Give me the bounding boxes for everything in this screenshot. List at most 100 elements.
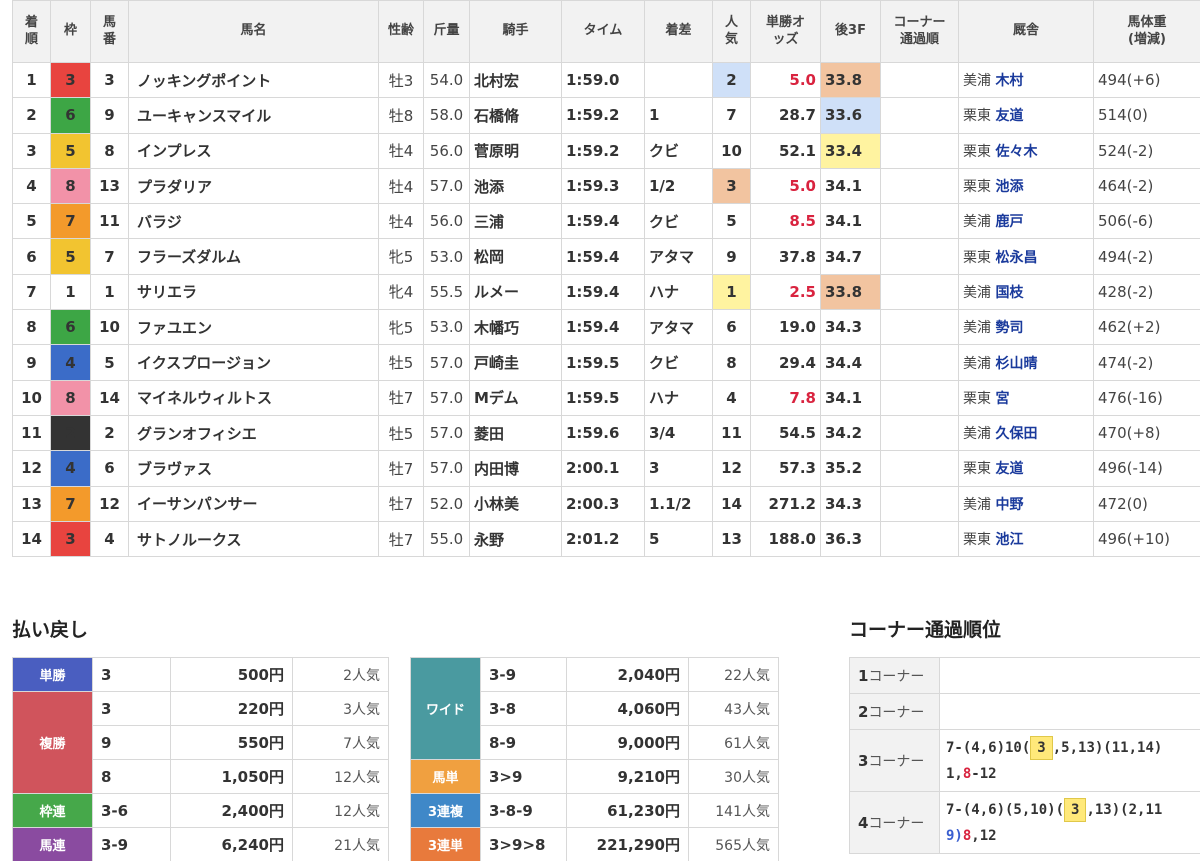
horse-name-link[interactable]: プラダリア xyxy=(128,167,379,205)
rank-cell: 10 xyxy=(12,379,51,416)
header-umaban[interactable]: 馬番 xyxy=(90,0,129,63)
horse-name-link[interactable]: サトノルークス xyxy=(128,520,379,558)
horse-name-link[interactable]: ユーキャンスマイル xyxy=(128,97,379,134)
payout-combo: 8-9 xyxy=(480,725,567,760)
stable-cell[interactable]: 美浦 中野 xyxy=(958,485,1094,522)
result-row: 4 8 13 プラダリア 牡4 57.0 池添 1:59.3 1/2 3 5.0 34.1 栗東 池添 4… xyxy=(12,167,1200,205)
stable-cell[interactable]: 栗東 友道 xyxy=(958,450,1094,487)
jockey-link[interactable]: 木幡巧 xyxy=(469,309,562,346)
header-body-weight[interactable]: 馬体重(増減) xyxy=(1093,0,1200,63)
corner-cell xyxy=(880,97,959,134)
payout-combo: 3-8-9 xyxy=(480,793,567,828)
horse-name-link[interactable]: グランオフィシエ xyxy=(128,414,379,452)
jockey-link[interactable]: 菅原明 xyxy=(469,132,562,169)
trainer-link[interactable]: 池江 xyxy=(995,532,1023,548)
jockey-link[interactable]: 北村宏 xyxy=(469,61,562,99)
jockey-link[interactable]: 永野 xyxy=(469,520,562,558)
stable-cell[interactable]: 栗東 宮 xyxy=(958,379,1094,416)
header-margin[interactable]: 着差 xyxy=(644,0,713,63)
jockey-link[interactable]: 池添 xyxy=(469,167,562,205)
result-row: 12 4 6 ブラヴァス 牡7 57.0 内田博 2:00.1 3 12 57.3 35.2 栗東 友道… xyxy=(12,450,1200,487)
jockey-link[interactable]: 石橋脩 xyxy=(469,97,562,134)
rank-cell: 3 xyxy=(12,132,51,169)
payout-pop: 141人気 xyxy=(688,793,779,828)
trainer-link[interactable]: 久保田 xyxy=(995,426,1037,442)
stable-cell[interactable]: 美浦 木村 xyxy=(958,61,1094,99)
trainer-link[interactable]: 友道 xyxy=(995,461,1023,477)
stable-cell[interactable]: 栗東 池添 xyxy=(958,167,1094,205)
stable-cell[interactable]: 美浦 杉山晴 xyxy=(958,344,1094,381)
trainer-link[interactable]: 杉山晴 xyxy=(995,356,1037,372)
jockey-link[interactable]: 松岡 xyxy=(469,238,562,275)
payout-amount: 2,400円 xyxy=(170,793,293,828)
header-jockey[interactable]: 騎手 xyxy=(469,0,562,63)
horse-name-link[interactable]: ブラヴァス xyxy=(128,450,379,487)
header-sex-age[interactable]: 性齢 xyxy=(378,0,424,63)
horse-name-link[interactable]: イーサンパンサー xyxy=(128,485,379,522)
odds-cell: 271.2 xyxy=(750,485,821,522)
stable-cell[interactable]: 美浦 久保田 xyxy=(958,414,1094,452)
stable-cell[interactable]: 栗東 松永昌 xyxy=(958,238,1094,275)
last3f-cell: 33.6 xyxy=(820,97,881,134)
trainer-link[interactable]: 友道 xyxy=(995,108,1023,124)
jockey-link[interactable]: 三浦 xyxy=(469,203,562,240)
stable-cell[interactable]: 栗東 友道 xyxy=(958,97,1094,134)
sex-age-cell: 牡7 xyxy=(378,450,424,487)
jockey-link[interactable]: ルメー xyxy=(469,273,562,311)
jockey-link[interactable]: 菱田 xyxy=(469,414,562,452)
trainer-link[interactable]: 池添 xyxy=(995,179,1023,195)
payout-amount: 9,000円 xyxy=(566,725,689,760)
jockey-link[interactable]: 内田博 xyxy=(469,450,562,487)
result-row: 8 6 10 ファユエン 牝5 53.0 木幡巧 1:59.4 アタマ 6 19.0 34.3 美浦 勢… xyxy=(12,309,1200,346)
jockey-link[interactable]: Mデム xyxy=(469,379,562,416)
header-stable[interactable]: 厩舎 xyxy=(958,0,1094,63)
corner-title: コーナー通過順位 xyxy=(849,619,1002,641)
stable-cell[interactable]: 美浦 国枝 xyxy=(958,273,1094,311)
horse-name-link[interactable]: マイネルウィルトス xyxy=(128,379,379,416)
weight-cell: 57.0 xyxy=(423,450,470,487)
corner-cell xyxy=(880,238,959,275)
corner-label: 4コーナー xyxy=(849,791,940,854)
trainer-link[interactable]: 国枝 xyxy=(995,285,1023,301)
payout-pop: 61人気 xyxy=(688,725,779,760)
label-wide: ワイド xyxy=(410,657,481,760)
trainer-link[interactable]: 中野 xyxy=(995,497,1023,513)
jockey-link[interactable]: 戸崎圭 xyxy=(469,344,562,381)
header-rank[interactable]: 着順 xyxy=(12,0,51,63)
stable-cell[interactable]: 美浦 鹿戸 xyxy=(958,203,1094,240)
header-pop[interactable]: 人気 xyxy=(712,0,751,63)
header-time[interactable]: タイム xyxy=(561,0,645,63)
horse-name-link[interactable]: バラジ xyxy=(128,203,379,240)
result-row: 1 3 3 ノッキングポイント 牡3 54.0 北村宏 1:59.0 2 5.0 33.8 美浦 木村… xyxy=(12,61,1200,99)
horse-name-link[interactable]: フラーズダルム xyxy=(128,238,379,275)
horse-name-link[interactable]: ノッキングポイント xyxy=(128,61,379,99)
horse-name-link[interactable]: サリエラ xyxy=(128,273,379,311)
jockey-link[interactable]: 小林美 xyxy=(469,485,562,522)
rank-cell: 8 xyxy=(12,309,51,346)
pop-cell: 1 xyxy=(712,273,751,311)
horse-name-link[interactable]: ファユエン xyxy=(128,309,379,346)
header-odds[interactable]: 単勝オッズ xyxy=(750,0,821,63)
header-weight[interactable]: 斤量 xyxy=(423,0,470,63)
header-corner[interactable]: コーナー通過順 xyxy=(880,0,959,63)
header-waku[interactable]: 枠 xyxy=(50,0,91,63)
trainer-link[interactable]: 松永昌 xyxy=(995,250,1037,266)
stable-cell[interactable]: 栗東 佐々木 xyxy=(958,132,1094,169)
header-last3f[interactable]: 後3F xyxy=(820,0,881,63)
horse-name-link[interactable]: インプレス xyxy=(128,132,379,169)
body-weight-cell: 496(+10) xyxy=(1093,520,1200,558)
stable-cell[interactable]: 美浦 勢司 xyxy=(958,309,1094,346)
horse-name-link[interactable]: イクスプロージョン xyxy=(128,344,379,381)
time-cell: 1:59.4 xyxy=(561,203,645,240)
header-name[interactable]: 馬名 xyxy=(128,0,379,63)
payout-row: 3連単 3>9>8 221,290円 565人気 xyxy=(410,827,779,861)
trainer-link[interactable]: 宮 xyxy=(995,391,1009,407)
trainer-link[interactable]: 佐々木 xyxy=(995,144,1037,160)
rank-cell: 6 xyxy=(12,238,51,275)
region-label: 美浦 xyxy=(963,426,991,443)
odds-cell: 188.0 xyxy=(750,520,821,558)
trainer-link[interactable]: 木村 xyxy=(995,73,1023,89)
stable-cell[interactable]: 栗東 池江 xyxy=(958,520,1094,558)
trainer-link[interactable]: 勢司 xyxy=(995,320,1023,336)
trainer-link[interactable]: 鹿戸 xyxy=(995,214,1023,230)
